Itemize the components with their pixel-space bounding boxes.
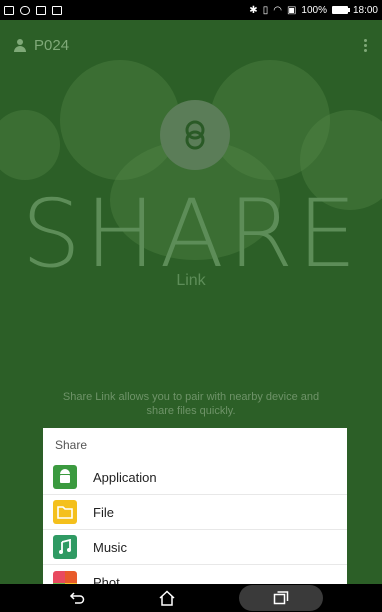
share-link-logo bbox=[160, 100, 230, 170]
vibrate-icon: ▯ bbox=[262, 4, 269, 16]
share-item-file[interactable]: File bbox=[43, 495, 347, 530]
share-item-application[interactable]: Application bbox=[43, 460, 347, 495]
more-options-icon[interactable] bbox=[364, 38, 368, 52]
wifi-icon: ◠ bbox=[273, 4, 282, 16]
person-icon bbox=[14, 38, 26, 52]
battery-percent: 100% bbox=[301, 4, 327, 16]
folder-icon bbox=[53, 500, 77, 524]
share-item-label: Application bbox=[93, 469, 157, 485]
bluetooth-icon: ✱ bbox=[249, 4, 258, 16]
home-icon bbox=[159, 590, 175, 606]
top-bar: P024 bbox=[0, 20, 382, 70]
battery-saver-icon: ▣ bbox=[286, 4, 297, 16]
hero-subtitle: Link bbox=[176, 272, 206, 289]
navigation-bar bbox=[0, 584, 382, 612]
share-item-label: Music bbox=[93, 539, 127, 555]
battery-icon bbox=[331, 6, 350, 14]
link-rings-icon bbox=[185, 120, 205, 150]
back-button[interactable] bbox=[59, 587, 95, 609]
system-icons: ✱ ▯ ◠ ▣ 100% 18:00 bbox=[249, 5, 378, 16]
recent-apps-button[interactable] bbox=[239, 585, 323, 611]
recent-apps-icon bbox=[273, 591, 289, 605]
music-note-icon bbox=[53, 535, 77, 559]
share-item-label: Phot bbox=[93, 575, 120, 584]
background-bubble bbox=[0, 110, 60, 180]
share-sheet-title: Share bbox=[55, 438, 88, 452]
share-item-music[interactable]: Music bbox=[43, 530, 347, 565]
android-icon bbox=[53, 465, 77, 489]
share-sheet: Share Application File Music Phot bbox=[43, 428, 347, 584]
share-link-screen: P024 SHARE Link Share Link allows you to… bbox=[0, 20, 382, 584]
lock-icon bbox=[36, 5, 46, 15]
notification-icons bbox=[4, 5, 62, 15]
home-button[interactable] bbox=[149, 587, 185, 609]
share-item-label: File bbox=[93, 504, 114, 520]
status-bar: ✱ ▯ ◠ ▣ 100% 18:00 bbox=[0, 0, 382, 20]
hero-description: Share Link allows you to pair with nearb… bbox=[62, 391, 320, 417]
clock: 18:00 bbox=[352, 4, 378, 16]
message-icon bbox=[4, 5, 14, 15]
back-arrow-icon bbox=[69, 592, 85, 604]
share-item-photo[interactable]: Phot bbox=[43, 565, 347, 584]
cloud-icon bbox=[20, 5, 30, 15]
bag-icon bbox=[52, 5, 62, 15]
photo-icon bbox=[53, 570, 77, 584]
device-name: P024 bbox=[34, 36, 70, 54]
